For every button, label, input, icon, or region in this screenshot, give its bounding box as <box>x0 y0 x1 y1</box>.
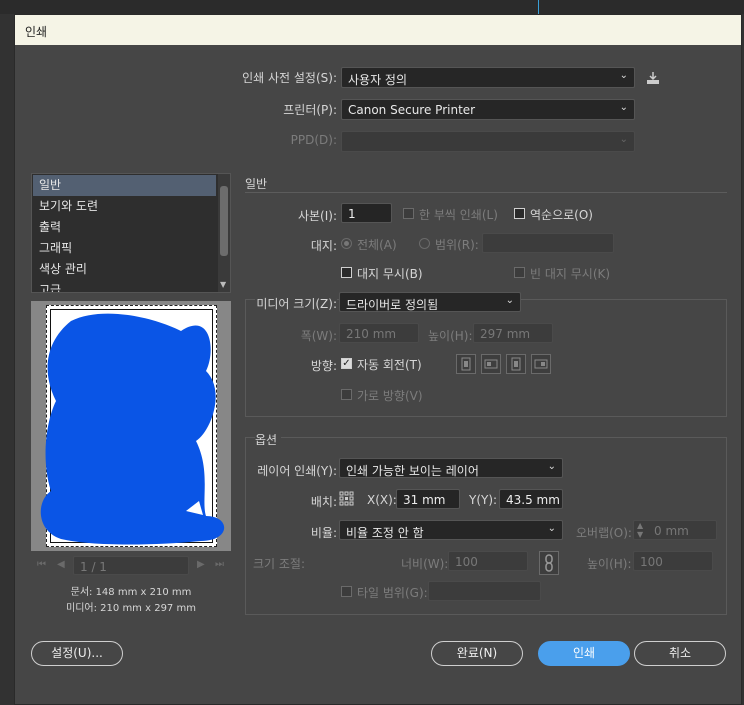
chevron-down-icon: ⌄ <box>547 523 556 534</box>
collate-label: 한 부씩 인쇄(L) <box>419 208 498 222</box>
preset-value: 사용자 정의 <box>348 73 408 87</box>
chevron-down-icon: ⌄ <box>619 70 628 81</box>
options-section-title-mask: 옵션 <box>255 431 282 448</box>
chevron-down-icon: ⌄ <box>505 295 514 306</box>
layers-label: 레이어 인쇄(Y): <box>257 464 337 478</box>
prev-page-icon[interactable]: ◀ <box>57 559 65 570</box>
all-pages-label: 전체(A) <box>357 238 397 252</box>
overlap-label: 오버랩(O): <box>576 526 632 540</box>
background-strip <box>0 0 744 14</box>
copies-input[interactable]: 1 <box>341 203 392 223</box>
landscape-checkbox[interactable] <box>341 389 352 400</box>
fit-height-label: 높이(H): <box>587 557 632 571</box>
link-icon[interactable] <box>539 551 559 575</box>
print-dialog: 인쇄 인쇄 사전 설정(S): 사용자 정의 ⌄ 프린터(P): Canon S… <box>14 14 742 705</box>
next-page-icon[interactable]: ▶ <box>197 559 205 570</box>
fit-width-label: 너비(W): <box>401 557 449 571</box>
preview-area <box>31 301 231 551</box>
range-label: 범위(R): <box>435 238 479 252</box>
layers-select[interactable]: 인쇄 가능한 보이는 레이어 ⌄ <box>339 458 563 478</box>
preset-select[interactable]: 사용자 정의 ⌄ <box>341 67 635 88</box>
pages-label: 대지: <box>310 239 337 253</box>
section-divider <box>245 192 727 193</box>
scroll-down-icon[interactable]: ▼ <box>220 280 226 289</box>
general-section-title: 일반 <box>245 177 268 191</box>
media-size-label: 미디어 크기(Z): <box>255 295 337 312</box>
copies-label: 사본(I): <box>297 209 337 223</box>
category-item-marks-bleed[interactable]: 보기와 도련 <box>33 196 216 217</box>
setup-button[interactable]: 설정(U)... <box>31 641 123 666</box>
scale-select[interactable]: 비율 조정 안 함 ⌄ <box>339 520 563 540</box>
blank-pages-checkbox[interactable] <box>514 267 525 278</box>
ppd-select[interactable]: ⌄ <box>341 131 635 152</box>
last-page-icon[interactable]: ⏭ <box>215 559 224 570</box>
y-input[interactable]: 43.5 mm <box>499 489 563 509</box>
reverse-landscape-icon[interactable] <box>531 354 551 374</box>
ignore-bleed-label: 대지 무시(B) <box>357 267 423 281</box>
chevron-down-icon: ⌄ <box>619 134 628 145</box>
media-size-text: 미디어: 210 mm x 297 mm <box>66 603 196 614</box>
preset-label: 인쇄 사전 설정(S): <box>242 71 337 85</box>
category-item-general[interactable]: 일반 <box>33 175 216 196</box>
spinner-icon[interactable]: ▲ ▼ <box>637 521 643 539</box>
save-preset-icon[interactable] <box>645 70 661 86</box>
doc-size-text: 문서: 148 mm x 210 mm <box>70 587 192 598</box>
media-height-input[interactable]: 297 mm <box>473 323 553 343</box>
fit-width-input[interactable]: 100 <box>448 551 528 571</box>
tile-label: 타일 범위(G): <box>357 586 428 600</box>
print-button[interactable]: 인쇄 <box>538 641 630 666</box>
list-scrollbar[interactable]: ▼ <box>218 174 230 292</box>
reverse-portrait-icon[interactable] <box>506 354 526 374</box>
dialog-title: 인쇄 <box>25 25 48 39</box>
cancel-button[interactable]: 취소 <box>634 641 726 666</box>
background-guide <box>538 0 539 14</box>
x-input[interactable]: 31 mm <box>396 489 460 509</box>
first-page-icon[interactable]: ⏮ <box>37 559 46 570</box>
ignore-bleed-checkbox[interactable] <box>341 267 352 278</box>
overlap-input[interactable]: ▲ ▼ 0 mm <box>633 520 717 540</box>
media-width-input[interactable]: 210 mm <box>339 323 419 343</box>
blank-pages-label: 빈 대지 무시(K) <box>530 267 611 281</box>
title-bar: 인쇄 <box>15 15 741 45</box>
fit-height-input[interactable]: 100 <box>633 551 713 571</box>
chevron-down-icon: ⌄ <box>619 102 628 113</box>
media-height-label: 높이(H): <box>428 329 473 343</box>
media-size-select[interactable]: 드라이버로 정의됨 ⌄ <box>339 292 521 312</box>
y-label: Y(Y): <box>469 493 498 507</box>
media-width-label: 폭(W): <box>300 329 337 343</box>
range-input[interactable] <box>482 233 614 253</box>
x-label: X(X): <box>367 493 397 507</box>
range-radio[interactable] <box>419 238 430 249</box>
placement-label: 배치: <box>310 495 337 509</box>
ppd-label: PPD(D): <box>290 133 337 147</box>
category-item-color[interactable]: 색상 관리 <box>33 259 216 280</box>
printer-label: 프린터(P): <box>283 103 337 117</box>
scale-label: 비율: <box>310 526 337 540</box>
orientation-label: 방향: <box>310 359 337 373</box>
category-list[interactable]: 일반 보기와 도련 출력 그래픽 색상 관리 고급 ▼ <box>31 173 231 293</box>
all-pages-radio[interactable] <box>341 238 352 249</box>
redaction-scribble <box>40 313 225 545</box>
fit-label: 크기 조절: <box>253 557 306 571</box>
done-button[interactable]: 완료(N) <box>431 641 523 666</box>
reverse-checkbox[interactable] <box>514 208 525 219</box>
tile-input[interactable] <box>428 581 541 601</box>
landscape-icon[interactable] <box>481 354 501 374</box>
collate-checkbox[interactable] <box>403 208 414 219</box>
printer-select[interactable]: Canon Secure Printer ⌄ <box>341 99 635 120</box>
scroll-thumb[interactable] <box>220 186 228 256</box>
category-item-output[interactable]: 출력 <box>33 217 216 238</box>
reverse-label: 역순으로(O) <box>530 208 593 222</box>
category-item-graphics[interactable]: 그래픽 <box>33 238 216 259</box>
printer-value: Canon Secure Printer <box>348 103 476 117</box>
portrait-icon[interactable] <box>456 354 476 374</box>
landscape-label: 가로 방향(V) <box>357 389 423 403</box>
chevron-down-icon: ⌄ <box>547 461 556 472</box>
tile-checkbox[interactable] <box>341 586 352 597</box>
reference-point-icon[interactable] <box>339 491 355 507</box>
page-counter[interactable]: 1 / 1 <box>73 556 189 575</box>
auto-rotate-label: 자동 회전(T) <box>357 358 422 372</box>
auto-rotate-checkbox[interactable]: ✓ <box>341 358 352 369</box>
category-item-advanced[interactable]: 고급 <box>33 280 216 292</box>
